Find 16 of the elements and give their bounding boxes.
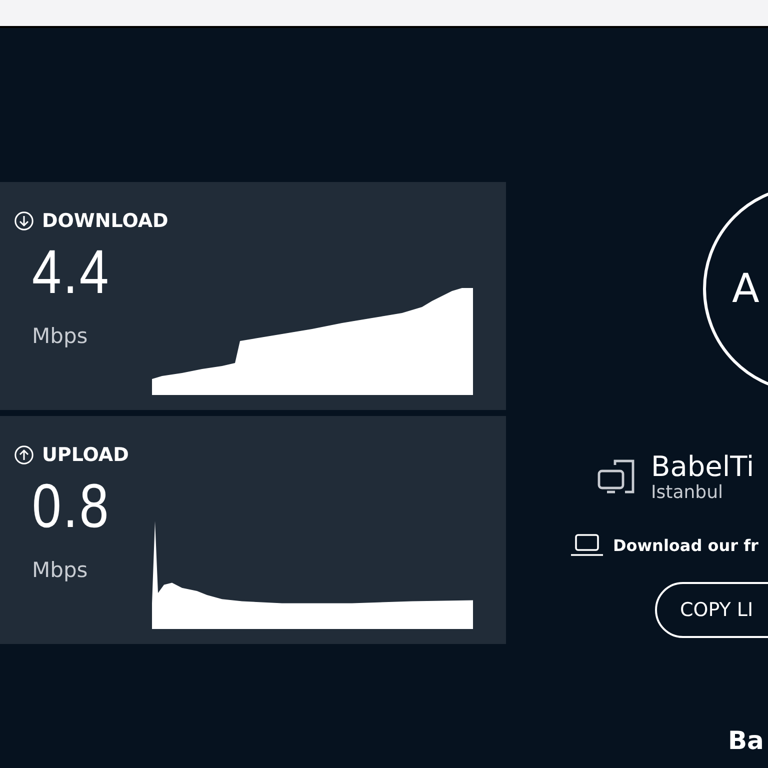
- laptop-icon: [570, 533, 604, 557]
- speed-value: 4.4: [32, 242, 112, 304]
- download-label: DOWNLOAD: [42, 210, 168, 232]
- server-name: BabelTi: [651, 451, 754, 483]
- gauge-label: A: [732, 266, 760, 312]
- upload-icon: [14, 445, 34, 465]
- download-icon: [14, 211, 34, 231]
- speed-value: 0.8: [32, 476, 112, 538]
- server-location: Istanbul: [651, 483, 724, 503]
- devices-icon: [597, 459, 637, 495]
- speed-unit: Mbps: [32, 558, 89, 582]
- copy-link-button[interactable]: COPY LI: [655, 582, 768, 638]
- upload-label: UPLOAD: [42, 444, 129, 466]
- app-download-link[interactable]: Download our fr: [613, 536, 758, 554]
- speed-unit: Mbps: [32, 324, 89, 348]
- section-heading: Ba: [728, 726, 765, 755]
